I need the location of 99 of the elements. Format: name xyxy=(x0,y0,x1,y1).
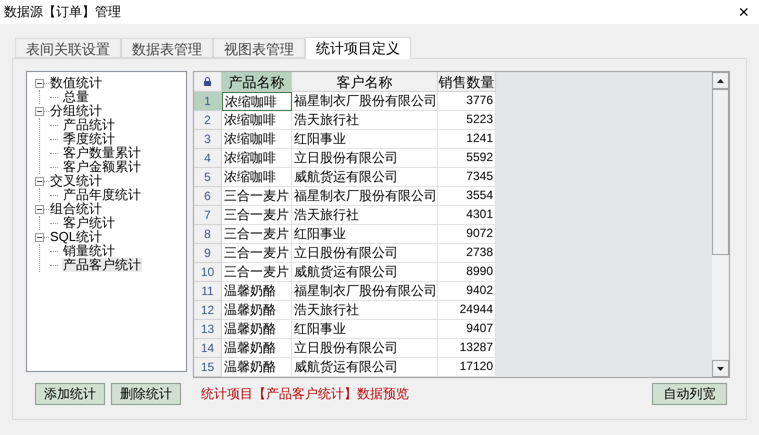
table-cell: 三合一麦片 xyxy=(222,244,292,263)
row-number[interactable]: 4 xyxy=(194,149,222,168)
table-cell: 福星制衣厂股份有限公司 xyxy=(292,282,438,301)
table-cell: 9402 xyxy=(438,282,496,301)
tree-item[interactable]: 产品客户统计 xyxy=(62,258,142,272)
table-cell: 红阳事业 xyxy=(292,225,438,244)
tree-item[interactable]: 产品统计 xyxy=(62,118,116,132)
tab[interactable]: 表间关联设置 xyxy=(15,38,121,58)
row-number[interactable]: 13 xyxy=(194,320,222,339)
table-cell: 浓缩咖啡 xyxy=(222,149,292,168)
tree-item[interactable]: 销量统计 xyxy=(62,244,116,258)
row-number[interactable]: 10 xyxy=(194,263,222,282)
row-number[interactable]: 1 xyxy=(194,92,222,111)
table-cell: 福星制衣厂股份有限公司 xyxy=(292,187,438,206)
column-header[interactable]: 销售数量 xyxy=(438,72,496,92)
table-cell: 威航货运有限公司 xyxy=(292,358,438,377)
table-cell: 浓缩咖啡 xyxy=(222,111,292,130)
row-number[interactable]: 6 xyxy=(194,187,222,206)
tab[interactable]: 数据表管理 xyxy=(121,38,213,58)
action-button[interactable]: 添加统计 xyxy=(35,383,105,405)
collapse-icon[interactable] xyxy=(35,204,44,214)
table-cell: 威航货运有限公司 xyxy=(292,263,438,282)
table-cell: 三合一麦片 xyxy=(222,225,292,244)
action-button[interactable]: 删除统计 xyxy=(111,383,181,405)
table-cell: 24944 xyxy=(438,301,496,320)
window-title: 数据源【订单】管理 xyxy=(4,3,121,22)
scroll-thumb[interactable] xyxy=(712,89,729,255)
tree-item[interactable]: 分组统计 xyxy=(49,104,103,118)
table-cell: 1241 xyxy=(438,130,496,149)
table-cell: 13287 xyxy=(438,339,496,358)
table-cell: 温馨奶酪 xyxy=(222,320,292,339)
scrollbar[interactable] xyxy=(712,72,729,377)
column-header[interactable]: 产品名称 xyxy=(222,72,292,92)
table-cell: 17120 xyxy=(438,358,496,377)
collapse-icon[interactable] xyxy=(35,232,44,242)
row-number[interactable]: 8 xyxy=(194,225,222,244)
table-cell: 3554 xyxy=(438,187,496,206)
tree-item[interactable]: 总量 xyxy=(62,90,90,104)
tab[interactable]: 视图表管理 xyxy=(213,38,305,58)
table-cell: 4301 xyxy=(438,206,496,225)
tree-item[interactable]: SQL统计 xyxy=(49,230,104,244)
table-cell: 红阳事业 xyxy=(292,320,438,339)
row-number[interactable]: 11 xyxy=(194,282,222,301)
preview-caption: 统计项目【产品客户统计】数据预览 xyxy=(201,385,409,404)
table-cell: 三合一麦片 xyxy=(222,187,292,206)
row-number[interactable]: 15 xyxy=(194,358,222,377)
tree-item[interactable]: 客户金额累计 xyxy=(62,160,142,174)
collapse-icon[interactable] xyxy=(35,78,44,88)
column-header[interactable]: 客户名称 xyxy=(292,72,438,92)
tree-item[interactable]: 客户统计 xyxy=(62,216,116,230)
table-cell: 三合一麦片 xyxy=(222,206,292,225)
tree-item[interactable]: 客户数量累计 xyxy=(62,146,142,160)
table-cell: 温馨奶酪 xyxy=(222,282,292,301)
table-cell: 8990 xyxy=(438,263,496,282)
row-number[interactable]: 2 xyxy=(194,111,222,130)
table-cell: 立日股份有限公司 xyxy=(292,149,438,168)
table-cell: 福星制衣厂股份有限公司 xyxy=(292,92,438,111)
collapse-icon[interactable] xyxy=(35,106,44,116)
table-cell: 7345 xyxy=(438,168,496,187)
table-cell: 5223 xyxy=(438,111,496,130)
down-arrow-icon xyxy=(717,366,724,370)
table-cell: 浓缩咖啡 xyxy=(222,130,292,149)
table-cell: 2738 xyxy=(438,244,496,263)
tab[interactable]: 统计项目定义 xyxy=(305,37,411,59)
table-cell: 立日股份有限公司 xyxy=(292,339,438,358)
row-number[interactable]: 14 xyxy=(194,339,222,358)
row-number[interactable]: 5 xyxy=(194,168,222,187)
up-arrow-icon xyxy=(717,78,724,82)
table-cell: 5592 xyxy=(438,149,496,168)
row-number[interactable]: 3 xyxy=(194,130,222,149)
table-cell: 威航货运有限公司 xyxy=(292,168,438,187)
tree-item[interactable]: 交叉统计 xyxy=(49,174,103,188)
row-number[interactable]: 9 xyxy=(194,244,222,263)
table-cell: 浩天旅行社 xyxy=(292,206,438,225)
table-cell: 浓缩咖啡 xyxy=(222,92,292,111)
tree-item[interactable]: 组合统计 xyxy=(49,202,103,216)
tree-item[interactable]: 数值统计 xyxy=(49,76,103,90)
table-cell: 温馨奶酪 xyxy=(222,301,292,320)
collapse-icon[interactable] xyxy=(35,176,44,186)
tree-item[interactable]: 季度统计 xyxy=(62,132,116,146)
table-cell: 浓缩咖啡 xyxy=(222,168,292,187)
close-button[interactable]: × xyxy=(738,3,749,21)
table-cell: 温馨奶酪 xyxy=(222,339,292,358)
table-cell: 9407 xyxy=(438,320,496,339)
row-number[interactable]: 7 xyxy=(194,206,222,225)
scroll-up-button[interactable] xyxy=(712,72,729,89)
table-cell: 三合一麦片 xyxy=(222,263,292,282)
table-cell: 3776 xyxy=(438,92,496,111)
row-number[interactable]: 12 xyxy=(194,301,222,320)
tree-item[interactable]: 产品年度统计 xyxy=(62,188,142,202)
table-cell: 浩天旅行社 xyxy=(292,301,438,320)
table-cell: 温馨奶酪 xyxy=(222,358,292,377)
autofit-button[interactable]: 自动列宽 xyxy=(652,383,727,405)
lock-icon xyxy=(204,77,211,86)
table-cell: 浩天旅行社 xyxy=(292,111,438,130)
table-cell: 红阳事业 xyxy=(292,130,438,149)
table-cell: 9072 xyxy=(438,225,496,244)
table-cell: 立日股份有限公司 xyxy=(292,244,438,263)
scroll-down-button[interactable] xyxy=(712,360,729,377)
